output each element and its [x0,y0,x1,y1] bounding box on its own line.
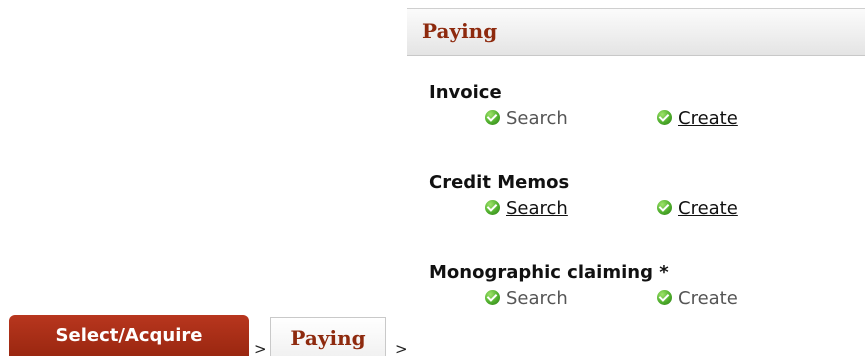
check-circle-icon [485,110,500,125]
credit-memos-search-action[interactable]: Search [485,198,568,219]
check-circle-icon [657,290,672,305]
check-circle-icon [485,200,500,215]
monographic-create-label: Create [678,288,738,309]
breadcrumb: Select/Acquire > Paying > [0,300,500,358]
credit-memos-create-link[interactable]: Create [678,198,738,219]
invoice-search-action: Search [485,108,568,129]
monographic-create-action: Create [657,288,738,309]
invoice-create-action[interactable]: Create [657,108,738,129]
panel-header: Paying [407,9,865,56]
credit-memos-create-action[interactable]: Create [657,198,738,219]
credit-memos-search-link[interactable]: Search [506,198,568,219]
check-circle-icon [657,110,672,125]
section-title-monographic-claiming: Monographic claiming * [429,262,669,283]
breadcrumb-separator: > [254,340,267,358]
section-title-invoice: Invoice [429,82,502,103]
monographic-search-label: Search [506,288,568,309]
breadcrumb-separator: > [395,340,408,358]
section-title-credit-memos: Credit Memos [429,172,570,193]
tab-select-acquire[interactable]: Select/Acquire [9,315,249,356]
panel-title: Paying [422,19,498,43]
invoice-create-link[interactable]: Create [678,108,738,129]
check-circle-icon [657,200,672,215]
tab-paying[interactable]: Paying [270,317,386,356]
invoice-search-label: Search [506,108,568,129]
